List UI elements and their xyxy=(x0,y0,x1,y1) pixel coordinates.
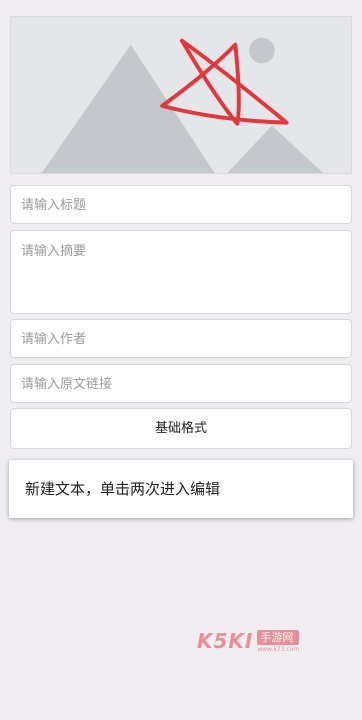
author-input[interactable]: 请输入作者 xyxy=(10,319,352,358)
sun-shape xyxy=(249,37,275,64)
text-editor-block[interactable]: 新建文本，单击两次进入编辑 xyxy=(9,460,353,518)
cover-image-picker[interactable] xyxy=(10,16,352,174)
source-link-input[interactable]: 请输入原文链接 xyxy=(10,364,352,403)
image-placeholder-icon xyxy=(41,37,324,173)
mountain-small-shape xyxy=(227,125,324,173)
summary-input[interactable]: 请输入摘要 xyxy=(10,230,352,314)
mountain-large-shape xyxy=(41,44,215,173)
watermark-url: www.k73.com xyxy=(257,646,300,653)
title-input[interactable]: 请输入标题 xyxy=(10,185,352,224)
basic-format-button[interactable]: 基础格式 xyxy=(10,408,352,449)
watermark-badge: 手游网 xyxy=(257,630,300,645)
watermark-logo: K5KI xyxy=(197,629,254,653)
site-watermark: K5KI 手游网 www.k73.com xyxy=(197,630,309,658)
